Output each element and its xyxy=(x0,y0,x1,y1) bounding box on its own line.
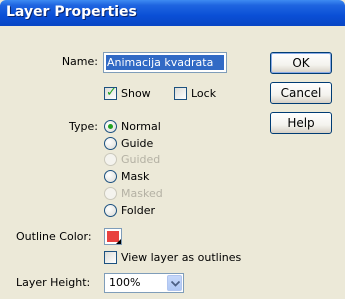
view-as-outlines-label: View layer as outlines xyxy=(121,251,242,264)
layer-height-value: 100% xyxy=(109,276,141,289)
type-option-guided-label: Guided xyxy=(121,153,161,166)
dropdown-corner-icon xyxy=(116,239,121,244)
outline-color-label: Outline Color: xyxy=(16,230,92,243)
view-as-outlines-checkbox[interactable] xyxy=(104,251,117,264)
lock-label: Lock xyxy=(191,87,217,100)
type-option-masked-label: Masked xyxy=(121,187,163,200)
name-label: Name: xyxy=(61,55,98,68)
type-radio-masked xyxy=(104,187,117,200)
help-button[interactable]: Help xyxy=(270,112,332,134)
ok-button[interactable]: OK xyxy=(270,52,332,74)
type-radio-mask[interactable] xyxy=(104,170,117,183)
type-option-guide-label: Guide xyxy=(121,137,154,150)
show-label: Show xyxy=(121,87,151,100)
type-option-folder-label: Folder xyxy=(121,204,155,217)
name-input[interactable]: Animacija kvadrata xyxy=(103,52,227,73)
radio-selected-dot-icon xyxy=(108,124,113,129)
type-radio-normal[interactable] xyxy=(104,120,117,133)
type-radio-guided xyxy=(104,153,117,166)
checkmark-icon: ✓ xyxy=(106,85,117,100)
type-option-mask-label: Mask xyxy=(121,170,150,183)
outline-color-swatch[interactable] xyxy=(104,228,122,245)
window-title: Layer Properties xyxy=(6,4,137,20)
show-checkbox[interactable]: ✓ xyxy=(104,85,117,100)
lock-checkbox[interactable] xyxy=(174,87,187,100)
type-radio-guide[interactable] xyxy=(104,137,117,150)
layer-height-label: Layer Height: xyxy=(16,276,91,289)
title-bar[interactable]: Layer Properties xyxy=(0,0,345,26)
type-option-normal-label: Normal xyxy=(121,120,161,133)
chevron-down-icon[interactable] xyxy=(167,275,182,291)
layer-height-select[interactable]: 100% xyxy=(104,273,184,293)
type-label: Type: xyxy=(69,120,98,133)
cancel-button[interactable]: Cancel xyxy=(270,82,332,104)
name-input-value: Animacija kvadrata xyxy=(106,55,224,70)
type-radio-folder[interactable] xyxy=(104,204,117,217)
layer-properties-dialog: Layer Properties Name: Animacija kvadrat… xyxy=(0,0,345,299)
